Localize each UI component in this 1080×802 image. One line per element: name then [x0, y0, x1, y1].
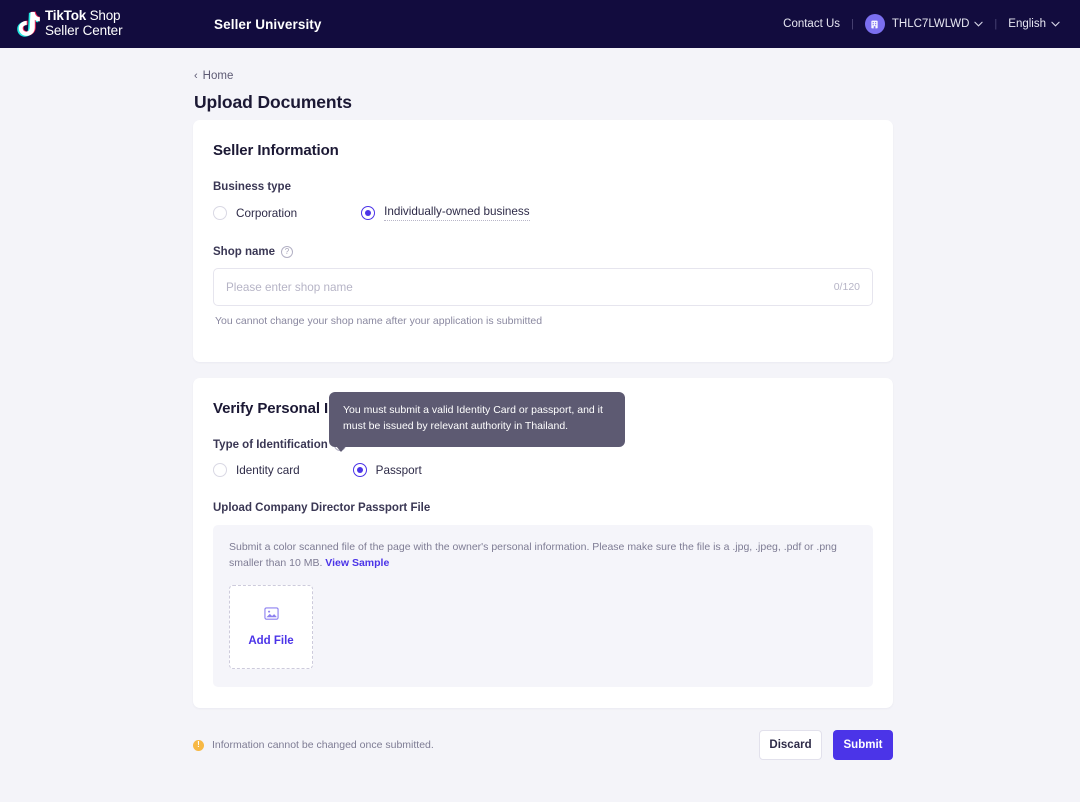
radio-individually-owned-business-label: Individually-owned business [384, 205, 530, 221]
radio-identity-card[interactable]: Identity card [213, 463, 300, 477]
shop-name-counter: 0/120 [833, 281, 860, 293]
page-title: Upload Documents [194, 92, 352, 112]
tiktok-shop-seller-center-logo[interactable]: TikTok Shop Seller Center [0, 9, 200, 38]
language-label: English [1008, 18, 1046, 30]
radio-passport-control[interactable] [352, 463, 367, 477]
chevron-down-icon [1051, 18, 1060, 30]
discard-button[interactable]: Discard [759, 730, 822, 760]
upload-description-text: Submit a color scanned file of the page … [229, 541, 837, 570]
footer-buttons: Discard Submit [759, 730, 893, 760]
chevron-left-icon: ‹ [194, 70, 198, 82]
upload-passport-file-title: Upload Company Director Passport File [213, 502, 431, 514]
upload-description: Submit a color scanned file of the page … [229, 539, 857, 572]
tiktok-note-icon [14, 10, 41, 38]
radio-corporation-label: Corporation [236, 206, 298, 220]
seller-information-card: Seller Information Business type Corpora… [193, 120, 893, 362]
chevron-down-icon [974, 18, 984, 30]
identification-type-radio-group: Identity card Passport [193, 463, 893, 477]
footer-warning-text: Information cannot be changed once submi… [212, 739, 434, 751]
business-type-radio-group: Corporation Individually-owned business [193, 205, 893, 221]
breadcrumb[interactable]: ‹ Home [194, 70, 233, 82]
shop-name-input-wrapper[interactable]: 0/120 [213, 268, 873, 306]
nav-separator-1: | [851, 18, 854, 30]
seller-information-title: Seller Information [213, 142, 339, 159]
warning-icon: ! [193, 739, 204, 751]
shop-name-label: Shop name ? [193, 246, 893, 258]
add-file-dropzone[interactable]: Add File [229, 584, 313, 669]
radio-individually-owned-business[interactable]: Individually-owned business [361, 205, 530, 221]
add-file-label: Add File [248, 635, 294, 648]
radio-corporation[interactable]: Corporation [213, 206, 297, 220]
radio-corporation-control[interactable] [213, 206, 227, 220]
breadcrumb-home-label: Home [202, 70, 234, 82]
language-selector[interactable]: English [1008, 18, 1060, 30]
upload-panel: Submit a color scanned file of the page … [213, 525, 873, 687]
logo-line-two: Seller Center [45, 23, 123, 38]
avatar [864, 14, 885, 34]
nav-right-group: Contact Us | THLC7LWLWD | English [783, 14, 1080, 34]
submit-button[interactable]: Submit [833, 730, 893, 760]
shop-name-hint: You cannot change your shop name after y… [215, 315, 543, 327]
image-upload-icon [263, 606, 279, 626]
nav-separator-2: | [994, 18, 998, 30]
radio-identity-card-label: Identity card [236, 463, 300, 477]
radio-passport[interactable]: Passport [352, 463, 422, 477]
business-type-label: Business type [213, 181, 291, 193]
top-navigation-bar: TikTok Shop Seller Center Seller Univers… [0, 0, 1080, 48]
account-name-label: THLC7LWLWD [891, 18, 970, 30]
help-icon[interactable]: ? [280, 246, 293, 258]
identification-tooltip: You must submit a valid Identity Card or… [329, 392, 625, 452]
radio-passport-label: Passport [375, 463, 422, 477]
radio-identity-card-control[interactable] [213, 463, 227, 477]
logo-wordmark: TikTok Shop Seller Center [45, 9, 123, 38]
nav-contact-us-link[interactable]: Contact Us [783, 18, 840, 30]
radio-individually-owned-business-control[interactable] [361, 206, 376, 220]
upload-documents-page: TikTok Shop Seller Center Seller Univers… [0, 0, 1080, 802]
account-menu[interactable]: THLC7LWLWD [864, 14, 984, 34]
view-sample-link[interactable]: View Sample [325, 557, 389, 569]
logo-line-one: TikTok Shop [45, 8, 121, 24]
nav-seller-university-link[interactable]: Seller University [214, 17, 322, 32]
shop-name-input[interactable] [226, 280, 826, 294]
form-footer: ! Information cannot be changed once sub… [193, 730, 893, 760]
